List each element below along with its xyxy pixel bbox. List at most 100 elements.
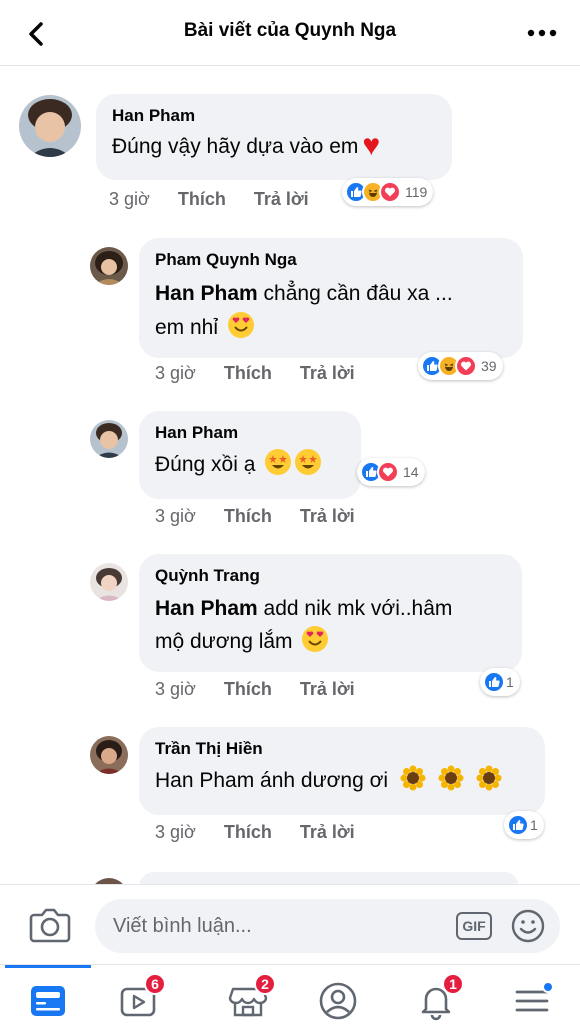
comment-time: 3 giờ	[155, 822, 196, 842]
comment-input[interactable]	[113, 899, 433, 953]
top-bar: Bài viết của Quynh Nga	[0, 0, 580, 66]
like-reaction-icon	[507, 814, 529, 836]
heart-eyes-emoji-icon	[302, 626, 329, 652]
mention-link[interactable]: Han Pham	[155, 597, 258, 620]
sunflower-emoji-icon	[476, 765, 502, 791]
comment-text-row: em nhỉ	[155, 312, 507, 343]
reply-button[interactable]: Trả lời	[300, 363, 355, 384]
comment-author[interactable]: Pham Quynh Nga	[155, 250, 507, 270]
star-struck-emoji-icon	[295, 449, 322, 475]
comment-actions: 3 giờ Thích Trả lời	[155, 506, 355, 527]
reaction-summary[interactable]: 14	[357, 458, 425, 486]
comment-text: mộ dương lắm	[155, 630, 293, 653]
comment-bubble: Pham Quynh Nga Han Pham chẳng cần đâu xa…	[139, 238, 523, 358]
comment-text: Han Pham ánh dương ơi	[155, 769, 389, 792]
comment-author[interactable]: Trần Thị Hiền	[155, 739, 529, 759]
comment-text-row: Han Pham ánh dương ơi	[155, 765, 529, 796]
comment-input-container[interactable]: GIF	[95, 899, 560, 953]
comment-text-row: Đúng xồi ạ	[155, 449, 345, 480]
like-button[interactable]: Thích	[224, 506, 272, 527]
avatar[interactable]	[90, 247, 128, 285]
comment-composer: GIF	[0, 884, 580, 964]
marketplace-badge: 2	[254, 973, 276, 995]
comment-author[interactable]: Han Pham	[155, 423, 345, 443]
notifications-badge: 1	[442, 973, 464, 995]
like-button[interactable]: Thích	[224, 363, 272, 384]
reaction-summary[interactable]: 39	[418, 352, 503, 380]
comment-text-row: mộ dương lắm	[155, 626, 506, 658]
comment-bubble: Han Pham Đúng vậy hãy dựa vào em ♥	[96, 94, 452, 180]
avatar[interactable]	[90, 420, 128, 458]
reply-button[interactable]: Trả lời	[300, 679, 355, 700]
reply-button[interactable]: Trả lời	[300, 822, 355, 843]
tab-notifications[interactable]: 1	[410, 973, 464, 1027]
reaction-count: 14	[403, 464, 419, 480]
active-tab-indicator	[5, 965, 91, 968]
reply-button[interactable]: Trả lời	[254, 189, 309, 210]
avatar[interactable]	[90, 563, 128, 601]
video-badge: 6	[144, 973, 166, 995]
like-button[interactable]: Thích	[224, 679, 272, 700]
avatar-quynh-trang	[90, 563, 128, 601]
comment-bubble: Trần Thị Hiền Han Pham ánh dương ơi	[139, 727, 545, 815]
comment-actions: 3 giờ Thích Trả lời	[155, 363, 355, 384]
sunflower-emoji-icon	[400, 765, 426, 791]
smiley-icon	[511, 909, 545, 943]
comment-text: Đúng xồi ạ	[155, 453, 256, 476]
reaction-summary[interactable]: 119	[342, 178, 434, 206]
love-reaction-icon	[379, 181, 401, 203]
love-reaction-icon	[377, 461, 399, 483]
more-options-button[interactable]	[524, 18, 560, 48]
comment-text-row: Đúng vậy hãy dựa vào em ♥	[112, 129, 436, 162]
gif-button[interactable]: GIF	[456, 912, 492, 940]
reaction-count: 1	[530, 817, 538, 833]
bottom-tab-bar: 6 2 1	[0, 964, 580, 1034]
comment-time: 3 giờ	[109, 189, 150, 209]
comment-text: em nhỉ	[155, 316, 219, 339]
heart-eyes-emoji-icon	[227, 312, 254, 338]
comment-bubble: Han Pham Đúng xồi ạ	[139, 411, 361, 499]
comment-text-row: Han Pham add nik mk với..hâm	[155, 592, 506, 626]
menu-indicator-dot	[542, 981, 554, 993]
reaction-count: 119	[405, 184, 428, 200]
comment-author[interactable]: Han Pham	[112, 106, 436, 126]
tab-menu[interactable]	[506, 975, 558, 1027]
tab-profile[interactable]	[312, 975, 364, 1027]
avatar-tran-thi-hien	[90, 736, 128, 774]
star-struck-emoji-icon	[265, 449, 292, 475]
comment-time: 3 giờ	[155, 679, 196, 699]
camera-button[interactable]	[28, 905, 72, 945]
reaction-summary[interactable]: 1	[504, 811, 544, 839]
like-button[interactable]: Thích	[224, 822, 272, 843]
avatar[interactable]	[19, 95, 81, 157]
like-reaction-icon	[483, 671, 505, 693]
emoji-button[interactable]	[510, 908, 546, 944]
like-button[interactable]: Thích	[178, 189, 226, 210]
heart-emoji-icon: ♥	[362, 129, 381, 162]
comment-text: chẳng cần đâu xa ...	[263, 282, 453, 305]
avatar-han-pham	[19, 95, 81, 157]
comment-author[interactable]: Quỳnh Trang	[155, 566, 506, 586]
comment-time: 3 giờ	[155, 506, 196, 526]
avatar[interactable]	[90, 736, 128, 774]
sunflower-emoji-icon	[438, 765, 464, 791]
comment-text: Đúng vậy hãy dựa vào em	[112, 135, 359, 158]
comment-actions: 3 giờ Thích Trả lời	[155, 822, 355, 843]
comment-text-row: Han Pham chẳng cần đâu xa ...	[155, 276, 507, 312]
reaction-count: 1	[506, 674, 514, 690]
reaction-summary[interactable]: 1	[480, 668, 520, 696]
tab-news-feed[interactable]	[22, 975, 74, 1027]
avatar-han-pham	[90, 420, 128, 458]
more-icon	[527, 29, 557, 37]
comment-actions: 3 giờ Thích Trả lời	[109, 189, 309, 210]
page-title: Bài viết của Quynh Nga	[183, 20, 397, 41]
comment-bubble: Quỳnh Trang Han Pham add nik mk với..hâm…	[139, 554, 522, 672]
reaction-count: 39	[481, 358, 497, 374]
tab-watch[interactable]: 6	[112, 973, 166, 1027]
comment-time: 3 giờ	[155, 363, 196, 383]
reply-button[interactable]: Trả lời	[300, 506, 355, 527]
love-reaction-icon	[455, 355, 477, 377]
mention-link[interactable]: Han Pham	[155, 282, 258, 305]
tab-marketplace[interactable]: 2	[222, 973, 276, 1027]
camera-icon	[29, 908, 71, 943]
